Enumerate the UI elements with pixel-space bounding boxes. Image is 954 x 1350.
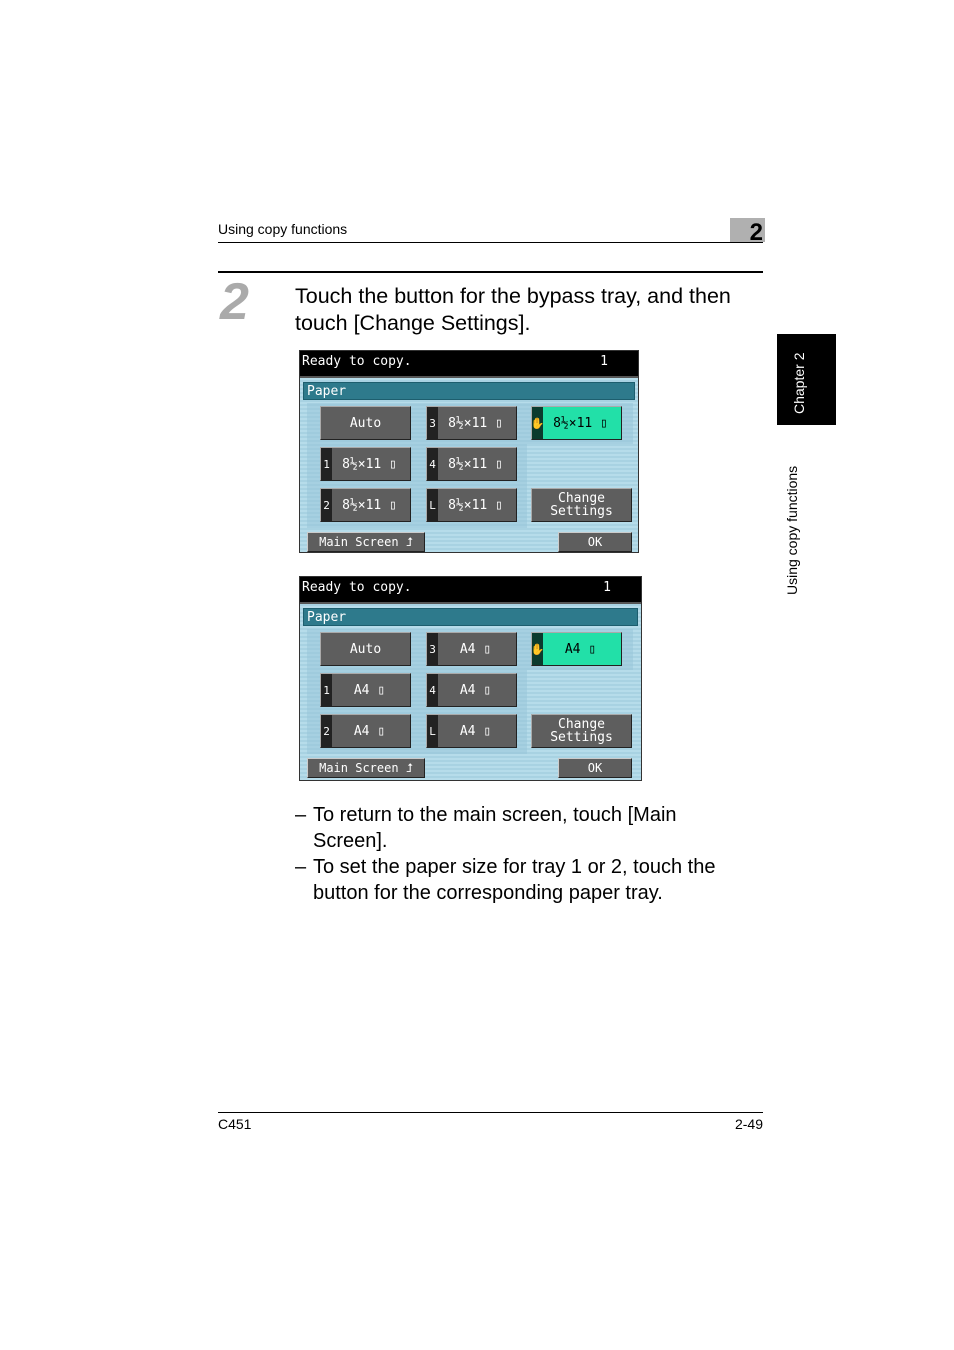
step-rule (218, 271, 763, 273)
bypass-tray-button[interactable]: ✋ 8½×11 ▯ (531, 406, 622, 440)
tray-number: L (427, 715, 438, 747)
copy-count: 1 (600, 354, 608, 369)
tray-number: 2 (321, 715, 332, 747)
paper-size: 8½×11 ▯ (448, 456, 503, 472)
auto-label: Auto (349, 415, 382, 431)
main-screen-button[interactable]: Main Screen ⮥ (307, 758, 425, 778)
paper-size: A4 ▯ (564, 641, 597, 657)
tray-L-button[interactable]: L 8½×11 ▯ (426, 488, 517, 522)
paper-size: A4 ▯ (459, 723, 492, 739)
step-number: 2 (220, 273, 249, 331)
auto-paper-button[interactable]: Auto (320, 406, 411, 440)
copier-paper-screen: Ready to copy. 1 Paper Auto 3 A4 ▯ ✋ A4 ▯ 1… (299, 576, 642, 781)
paper-size: 8½×11 ▯ (448, 497, 503, 513)
tray-2-button[interactable]: 2 A4 ▯ (320, 714, 411, 748)
header-rule (218, 242, 763, 243)
footer-model: C451 (218, 1116, 252, 1132)
status-bar: Ready to copy. 1 (300, 577, 641, 604)
footer-rule (218, 1112, 763, 1113)
bullet-dash: – (295, 856, 307, 878)
tray-3-button[interactable]: 3 A4 ▯ (426, 632, 517, 666)
change-settings-button[interactable]: Change Settings (531, 714, 632, 748)
status-bar: Ready to copy. 1 (300, 351, 638, 378)
chapter-side-tab: Chapter 2 (777, 334, 836, 425)
bullet-text: To return to the main screen, touch [Mai… (313, 804, 677, 852)
tray-4-button[interactable]: 4 A4 ▯ (426, 673, 517, 707)
tray-1-button[interactable]: 1 8½×11 ▯ (320, 447, 411, 481)
paper-size: A4 ▯ (353, 723, 386, 739)
hand-icon: ✋ (531, 407, 544, 439)
bullet-text: To set the paper size for tray 1 or 2, t… (313, 856, 716, 904)
tray-number: L (427, 489, 438, 521)
status-text: Ready to copy. (302, 354, 412, 369)
bullet-dash: – (295, 804, 307, 826)
paper-size: A4 ▯ (459, 641, 492, 657)
tray-number: 1 (321, 674, 332, 706)
hand-icon: ✋ (531, 633, 544, 665)
tray-3-button[interactable]: 3 8½×11 ▯ (426, 406, 517, 440)
paper-section-title: Paper (303, 608, 638, 626)
step-instruction: Touch the button for the bypass tray, an… (295, 284, 731, 335)
auto-paper-button[interactable]: Auto (320, 632, 411, 666)
side-section-label: Using copy functions (784, 465, 800, 595)
paper-size: 8½×11 ▯ (342, 497, 397, 513)
tray-number: 4 (427, 674, 438, 706)
tray-2-button[interactable]: 2 8½×11 ▯ (320, 488, 411, 522)
running-header: Using copy functions (218, 221, 348, 237)
copy-count: 1 (603, 580, 611, 595)
paper-size: 8½×11 ▯ (342, 456, 397, 472)
status-text: Ready to copy. (302, 580, 412, 595)
chapter-tab-label: Chapter 2 (791, 352, 807, 414)
tray-number: 3 (427, 407, 438, 439)
paper-section-title: Paper (303, 382, 635, 400)
main-screen-button[interactable]: Main Screen ⮥ (307, 532, 425, 552)
ok-button[interactable]: OK (558, 758, 632, 778)
bullet-item: – To set the paper size for tray 1 or 2, … (295, 854, 753, 906)
change-settings-button[interactable]: Change Settings (531, 488, 632, 522)
tray-number: 1 (321, 448, 332, 480)
paper-size: A4 ▯ (353, 682, 386, 698)
ok-button[interactable]: OK (558, 532, 632, 552)
bullet-item: – To return to the main screen, touch [Ma… (295, 802, 753, 854)
paper-size: 8½×11 ▯ (448, 415, 503, 431)
change-settings-label-2: Settings (550, 504, 613, 519)
tray-number: 3 (427, 633, 438, 665)
tray-number: 2 (321, 489, 332, 521)
change-settings-label-2: Settings (550, 730, 613, 745)
auto-label: Auto (349, 641, 382, 657)
chapter-number-box: 2 (730, 218, 765, 246)
tray-4-button[interactable]: 4 8½×11 ▯ (426, 447, 517, 481)
tray-number: 4 (427, 448, 438, 480)
tray-1-button[interactable]: 1 A4 ▯ (320, 673, 411, 707)
footer-page-number: 2-49 (734, 1116, 763, 1132)
bypass-tray-button[interactable]: ✋ A4 ▯ (531, 632, 622, 666)
paper-size: 8½×11 ▯ (553, 415, 608, 431)
paper-size: A4 ▯ (459, 682, 492, 698)
tray-L-button[interactable]: L A4 ▯ (426, 714, 517, 748)
copier-paper-screen: Ready to copy. 1 Paper Auto 3 8½×11 ▯ ✋ 8½×… (299, 350, 639, 553)
